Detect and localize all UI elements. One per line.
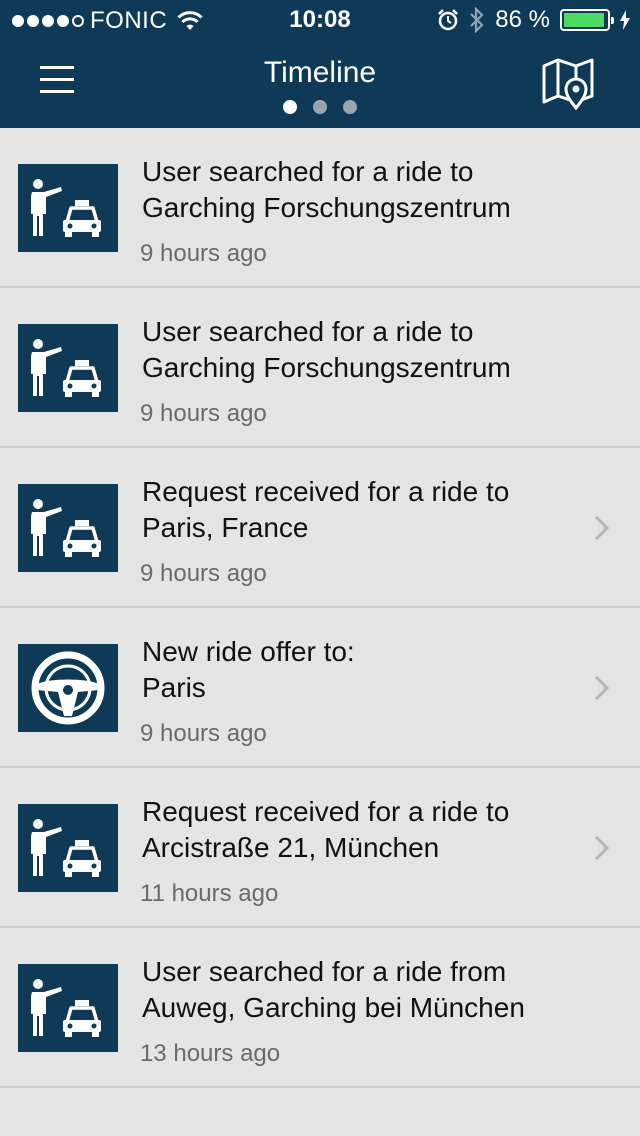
map-pin-icon[interactable] (540, 56, 596, 110)
item-title: Request received for a ride to Paris, Fr… (142, 476, 510, 543)
item-title: New ride offer to: Paris (142, 636, 355, 703)
taxi-hail-icon (18, 964, 118, 1052)
battery-percent: 86 % (495, 6, 550, 33)
chevron-right-icon[interactable] (592, 834, 612, 862)
chevron-right-icon[interactable] (592, 674, 612, 702)
battery-icon (560, 9, 614, 31)
steering-wheel-icon (18, 644, 118, 732)
timeline-item[interactable]: User searched for a ride to Garching For… (0, 288, 640, 448)
item-timestamp: 11 hours ago (140, 880, 279, 907)
timeline-item[interactable]: Request received for a ride to Paris, Fr… (0, 448, 640, 608)
item-timestamp: 13 hours ago (140, 1040, 281, 1067)
item-timestamp: 9 hours ago (140, 720, 267, 747)
page-dot[interactable] (283, 100, 297, 114)
status-bar: FONIC 10:08 86 % (0, 0, 640, 40)
item-title: Request received for a ride to Arcistraß… (142, 796, 510, 863)
timeline-item[interactable]: User searched for a ride from Auweg, Gar… (0, 928, 640, 1088)
item-title: User searched for a ride to Garching For… (142, 156, 511, 223)
timeline-item-partial[interactable] (0, 1088, 640, 1136)
taxi-hail-icon (18, 484, 118, 572)
timeline-item[interactable]: Request received for a ride to Arcistraß… (0, 768, 640, 928)
charging-bolt-icon (620, 10, 630, 30)
timeline-item[interactable]: New ride offer to: Paris 9 hours ago (0, 608, 640, 768)
taxi-hail-icon (18, 804, 118, 892)
page-dot[interactable] (343, 100, 357, 114)
status-right: 86 % (437, 6, 630, 34)
taxi-hail-icon (18, 324, 118, 412)
alarm-clock-icon (438, 9, 459, 31)
item-title: User searched for a ride to Garching For… (142, 316, 511, 383)
bluetooth-icon (470, 7, 484, 33)
page-dot[interactable] (313, 100, 327, 114)
timeline-list[interactable]: User searched for a ride to Garching For… (0, 128, 640, 1136)
taxi-hail-icon (18, 164, 118, 252)
item-timestamp: 9 hours ago (140, 400, 267, 427)
chevron-right-icon[interactable] (592, 514, 612, 542)
item-timestamp: 9 hours ago (140, 560, 267, 587)
item-timestamp: 9 hours ago (140, 240, 267, 267)
item-title: User searched for a ride from Auweg, Gar… (142, 956, 525, 1023)
timeline-item[interactable]: User searched for a ride to Garching For… (0, 128, 640, 288)
app-header: FONIC 10:08 86 % Timeline (0, 0, 640, 128)
